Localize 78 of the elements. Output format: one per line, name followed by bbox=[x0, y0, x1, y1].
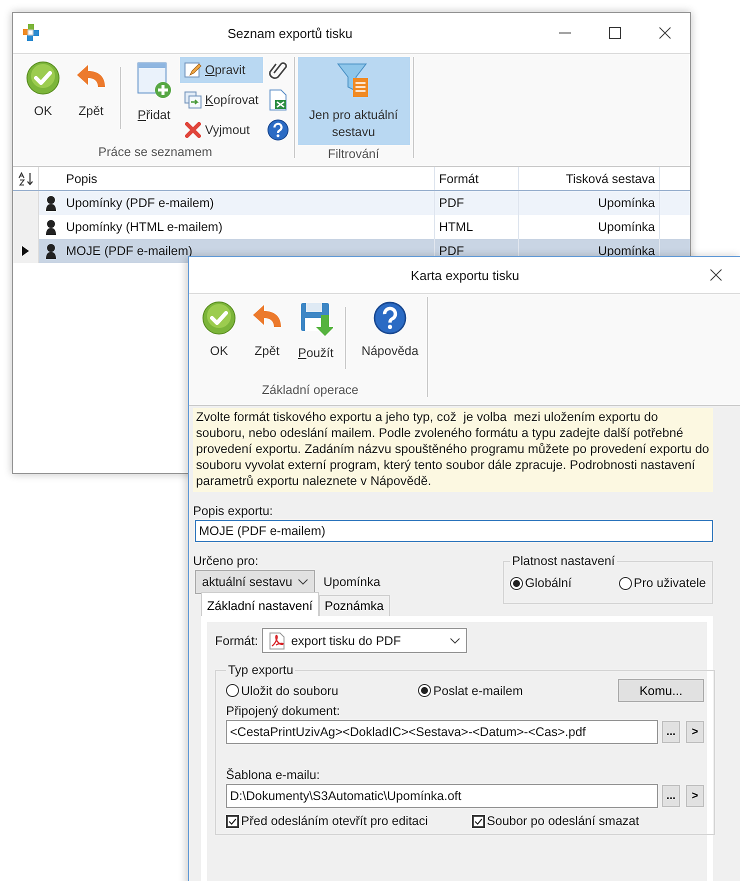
window-title: Seznam exportů tisku bbox=[226, 26, 354, 40]
group-title: Typ exportu bbox=[227, 663, 294, 677]
edit-note-icon bbox=[184, 61, 202, 79]
toolbar-button[interactable]: Zpět bbox=[68, 57, 114, 135]
radio-button[interactable] bbox=[618, 576, 632, 590]
group-label: Základní operace bbox=[260, 382, 360, 397]
toolbar-button[interactable]: Přidat bbox=[116, 57, 178, 135]
radio-button[interactable] bbox=[510, 576, 523, 590]
open-button[interactable]: > bbox=[686, 785, 704, 807]
browse-button[interactable]: ... bbox=[662, 721, 680, 743]
field-label: Připojený dokument: bbox=[226, 704, 341, 718]
paperclip-icon bbox=[268, 59, 288, 81]
tab[interactable]: Poznámka bbox=[318, 595, 390, 616]
toolbar-button[interactable]: OK bbox=[20, 57, 66, 135]
radio-label: Poslat e-mailem bbox=[433, 684, 523, 698]
radio-label: Globální bbox=[525, 576, 572, 590]
minimize-icon[interactable] bbox=[559, 32, 571, 34]
checkbox-label: Soubor po odeslání smazat bbox=[486, 814, 640, 828]
add-window-icon bbox=[136, 61, 172, 99]
close-icon[interactable] bbox=[710, 269, 722, 281]
checkmark-icon bbox=[202, 301, 236, 335]
info-text: Zvolte formát tiskového exportu a jeho typ, což je volba mezi uložením exportu do souboru, nebo odeslání mailem. Podle zvoleného formátu a typu zadejte další potřebné provedení exportu. Zadáním názvu spouštěného programu můžete po provedení exportu do souboru vyvolat externí program, který tento soubor dále zpracuje. Podrobnosti nastavení parametrů exportu naleznete v Nápovědě. bbox=[193, 408, 713, 492]
pdf-file-icon bbox=[269, 632, 286, 650]
checkbox[interactable] bbox=[472, 814, 485, 828]
field-label: Šablona e-mailu: bbox=[226, 768, 321, 782]
column-header[interactable]: Tisková sestava bbox=[519, 167, 660, 190]
app-icon bbox=[22, 24, 40, 42]
group-title: Platnost nastavení bbox=[511, 554, 616, 568]
chevron-icon bbox=[450, 638, 460, 644]
radio-label: Uložit do souboru bbox=[241, 684, 338, 698]
column-header[interactable]: Formát bbox=[435, 167, 519, 190]
chevron-icon bbox=[298, 579, 308, 585]
report-name: Upomínka bbox=[323, 575, 380, 589]
field-label: Určeno pro: bbox=[193, 554, 260, 568]
field-label: Formát: bbox=[215, 634, 258, 648]
toolbar-button[interactable] bbox=[264, 117, 291, 143]
radio-button[interactable] bbox=[418, 684, 432, 697]
maximize-icon[interactable] bbox=[609, 27, 621, 39]
table-cell: Upomínky (PDF e-mailem) bbox=[62, 191, 435, 215]
tab[interactable]: Základní nastavení bbox=[201, 592, 319, 616]
checkmark-icon bbox=[26, 61, 60, 95]
toolbar-button[interactable]: Vyjmout bbox=[180, 117, 263, 143]
copy-icon bbox=[184, 91, 202, 109]
close-icon[interactable] bbox=[659, 27, 671, 39]
checkbox-label: Před odesláním otevřít pro editaci bbox=[241, 814, 428, 828]
toolbar-button[interactable]: Zpět bbox=[244, 297, 290, 375]
save-icon bbox=[298, 301, 333, 337]
spreadsheet-icon bbox=[268, 89, 288, 111]
table-cell: Upomínka bbox=[519, 191, 660, 215]
open-button[interactable]: > bbox=[686, 721, 704, 743]
radio-button[interactable] bbox=[226, 684, 239, 697]
delete-icon bbox=[184, 121, 202, 139]
dropdown[interactable]: export tisku do PDF bbox=[262, 628, 468, 653]
radio-label: Pro uživatele bbox=[634, 576, 706, 590]
input-field[interactable]: D:\Dokumenty\S3Automatic\Upomínka.oft bbox=[226, 784, 658, 808]
group-label: Filtrování bbox=[326, 146, 380, 161]
checkbox[interactable] bbox=[226, 814, 239, 828]
browse-button[interactable]: ... bbox=[662, 785, 680, 807]
toolbar-button[interactable]: Použít bbox=[292, 297, 340, 375]
toolbar-button[interactable]: Kopírovat bbox=[180, 87, 263, 113]
toolbar-button[interactable]: Opravit bbox=[180, 57, 263, 83]
input-field[interactable]: <CestaPrintUzivAg><DokladIC><Sestava>-<Datum>-<Cas>.pdf bbox=[226, 720, 658, 744]
toolbar-button[interactable]: OK bbox=[196, 297, 242, 375]
help-icon bbox=[372, 301, 407, 335]
toolbar-button[interactable]: Nápověda bbox=[341, 297, 424, 375]
table-cell: PDF bbox=[435, 191, 519, 215]
toolbar-button[interactable]: Jen pro aktuální sestavu bbox=[298, 57, 410, 145]
recipients-button[interactable]: Komu... bbox=[618, 679, 704, 702]
window-title: Karta exportu tisku bbox=[410, 268, 520, 282]
table-row[interactable]: Upomínky (PDF e-mailem) PDF Upomínka bbox=[13, 191, 690, 215]
help-icon bbox=[266, 119, 289, 141]
row-pointer-icon bbox=[22, 246, 29, 256]
input-field[interactable]: MOJE (PDF e-mailem) bbox=[195, 520, 713, 542]
field-label: Popis exportu: bbox=[193, 504, 274, 518]
group-label: Práce se seznamem bbox=[97, 144, 214, 159]
dropdown[interactable]: aktuální sestavu bbox=[195, 570, 316, 594]
sort-icon[interactable] bbox=[18, 172, 34, 186]
column-header[interactable]: Popis bbox=[62, 167, 435, 190]
